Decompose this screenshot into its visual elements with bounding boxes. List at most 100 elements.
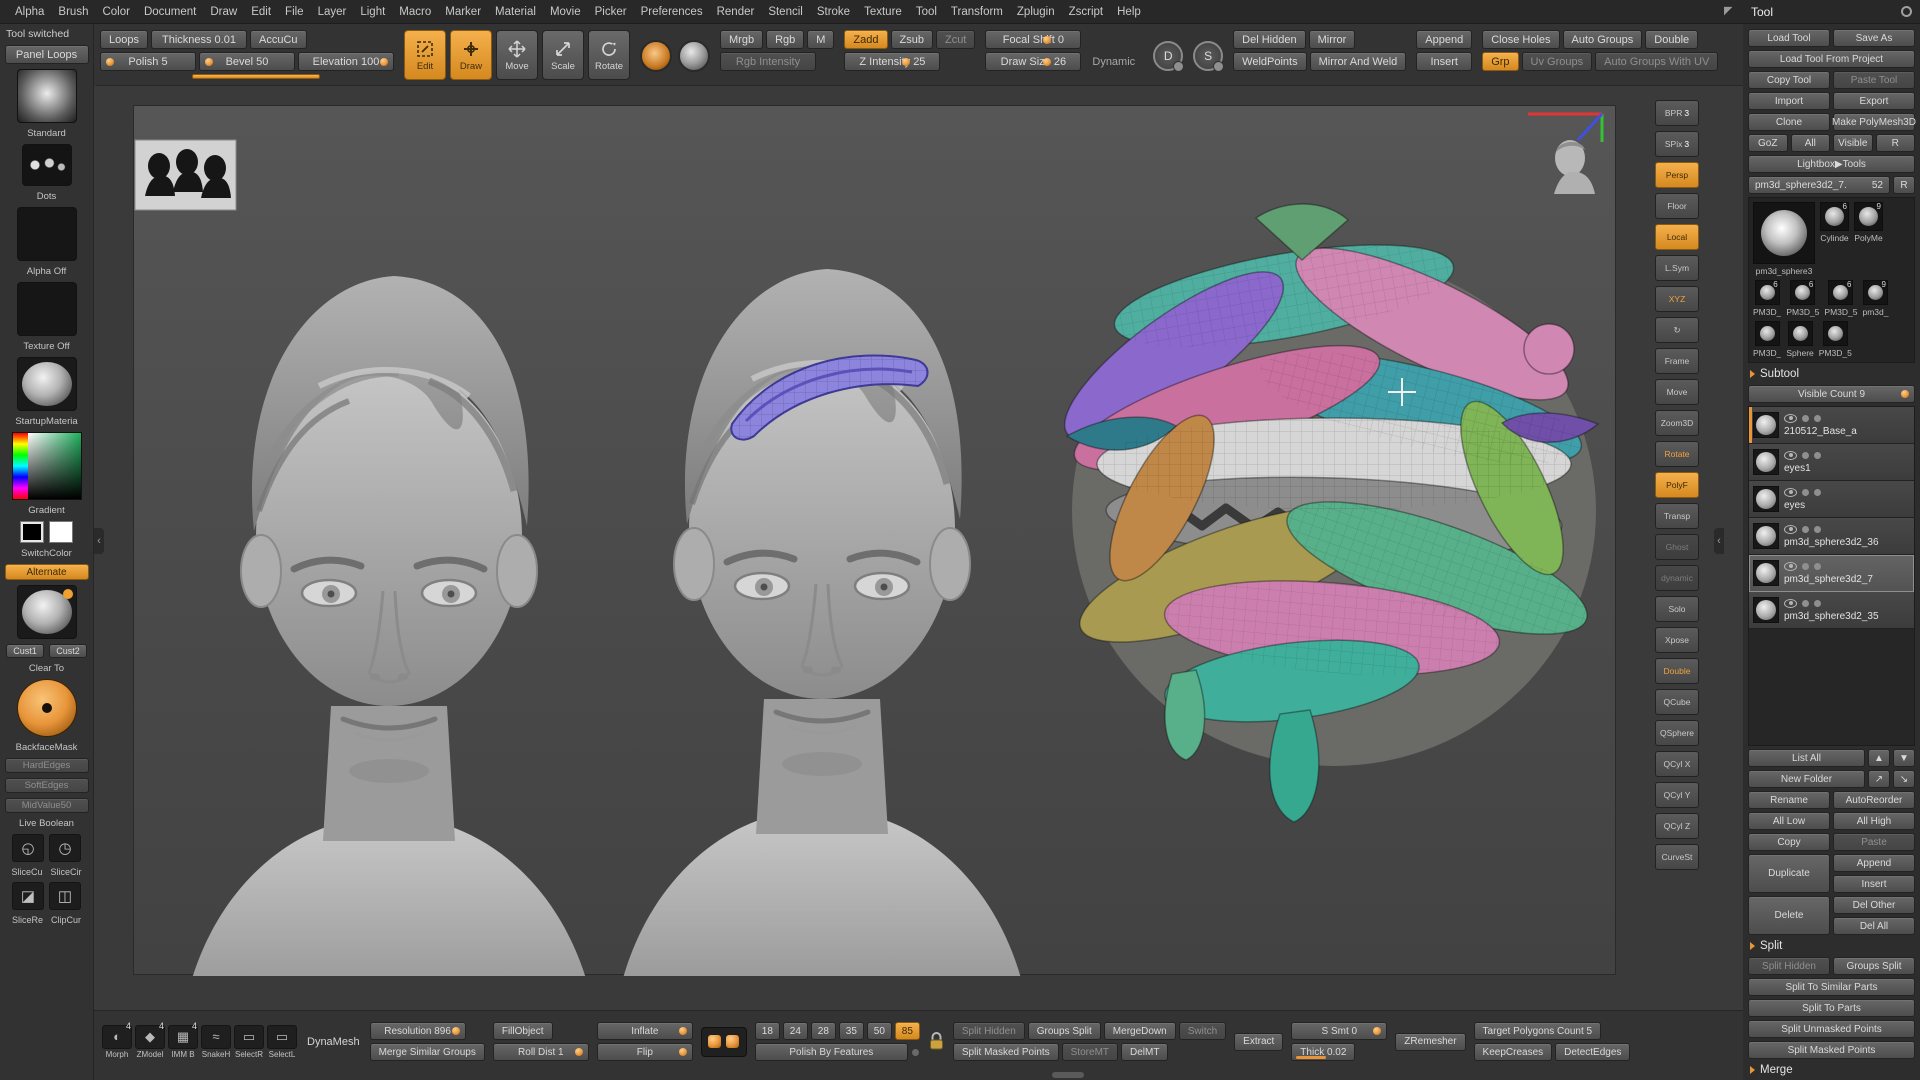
draw-size-slider[interactable]: Dynamic	[1084, 52, 1143, 71]
rgb-intensity-slider[interactable]: Rgb Intensity	[720, 52, 816, 71]
sculpt-mode-button[interactable]: Zcut	[936, 30, 975, 49]
smt-slider[interactable]: S Smt 0	[1291, 1022, 1387, 1040]
tool-thumbnail[interactable]: 6 PM3D_5	[1786, 280, 1819, 317]
right-shelf-button[interactable]: SPix3	[1655, 131, 1699, 157]
tool-thumbnail[interactable]: PM3D_	[1753, 321, 1781, 358]
subtool-button[interactable]: All High	[1833, 812, 1915, 830]
active-tool-slider[interactable]: pm3d_sphere3d2_7.52	[1748, 176, 1890, 194]
groups-button[interactable]: Double	[1645, 30, 1698, 49]
tool-button[interactable]: R	[1876, 134, 1916, 152]
backface-mask-thumbnail[interactable]	[17, 679, 77, 737]
z-intensity-slider[interactable]: Z Intensity 25	[844, 52, 940, 71]
delete-button[interactable]: Delete	[1748, 896, 1830, 935]
move-mode-button[interactable]: Move	[496, 30, 538, 80]
right-shelf-button[interactable]: Xpose	[1655, 627, 1699, 653]
geometry-button[interactable]: Mirror	[1309, 30, 1356, 49]
right-shelf-button[interactable]: QCyl Y	[1655, 782, 1699, 808]
polypaint-icon[interactable]	[1802, 563, 1809, 570]
tool-thumbnail[interactable]: 6 Cylinde	[1820, 202, 1849, 243]
sculpt-mode-button[interactable]: Zsub	[891, 30, 933, 49]
right-shelf-button[interactable]: BPR3	[1655, 100, 1699, 126]
menu-item[interactable]: Transform	[944, 0, 1010, 24]
move-down-button[interactable]: ▼	[1893, 749, 1915, 767]
subtool-row[interactable]: 210512_Base_a	[1749, 407, 1914, 444]
document-canvas[interactable]	[133, 105, 1616, 975]
eye-icon[interactable]	[1784, 525, 1797, 534]
right-shelf-button[interactable]: Zoom3D	[1655, 410, 1699, 436]
tool-button[interactable]: Copy Tool	[1748, 71, 1830, 89]
mid-value-button[interactable]: MidValue50	[5, 798, 89, 813]
menu-item[interactable]: Stroke	[810, 0, 857, 24]
eye-icon[interactable]	[1784, 414, 1797, 423]
duplicate-button[interactable]: Duplicate	[1748, 854, 1830, 893]
clip-curve-icon[interactable]: ◫	[49, 882, 81, 910]
color-picker[interactable]	[12, 432, 82, 500]
menu-item[interactable]: Render	[710, 0, 762, 24]
right-shelf-button[interactable]: Ghost	[1655, 534, 1699, 560]
tool-button[interactable]: Paste Tool	[1833, 71, 1915, 89]
crease-angle-button[interactable]: 28	[811, 1022, 836, 1040]
eye-icon[interactable]	[1784, 599, 1797, 608]
split-button[interactable]: Split To Similar Parts	[1748, 978, 1915, 996]
groups-button[interactable]: Auto Groups With UV	[1595, 52, 1718, 71]
polypaint-icon[interactable]	[1802, 489, 1809, 496]
list-all-button[interactable]: List All	[1748, 749, 1865, 767]
right-shelf-button[interactable]: Persp	[1655, 162, 1699, 188]
stroke-type-thumbnail[interactable]	[22, 144, 72, 186]
uv-icon[interactable]	[1814, 452, 1821, 459]
groups-button[interactable]: Close Holes	[1482, 30, 1559, 49]
subtool-button[interactable]: All Low	[1748, 812, 1830, 830]
lightbox-tools-button[interactable]: Lightbox▶Tools	[1748, 155, 1915, 173]
menu-item[interactable]: Alpha	[8, 0, 51, 24]
shelf-button[interactable]: Loops	[100, 30, 148, 49]
menu-item[interactable]: Document	[137, 0, 203, 24]
insert-subtool-button[interactable]: Insert	[1833, 875, 1915, 893]
right-shelf-button[interactable]: Rotate	[1655, 441, 1699, 467]
paint-mode-button[interactable]: M	[807, 30, 834, 49]
menu-item[interactable]: File	[278, 0, 311, 24]
secondary-color-swatch[interactable]	[49, 521, 73, 543]
right-shelf-button[interactable]: L.Sym	[1655, 255, 1699, 281]
cust2-button[interactable]: Cust2	[49, 644, 87, 658]
menu-item[interactable]: Material	[488, 0, 543, 24]
menu-item[interactable]: Help	[1110, 0, 1148, 24]
polypaint-icon[interactable]	[1802, 452, 1809, 459]
scale-mode-button[interactable]: Scale	[542, 30, 584, 80]
crease-angle-button[interactable]: 85	[895, 1022, 920, 1040]
fill-object-button[interactable]: FillObject	[493, 1022, 553, 1040]
split-op-button[interactable]: Groups Split	[1028, 1022, 1101, 1040]
uv-icon[interactable]	[1814, 563, 1821, 570]
collapse-right-arrow[interactable]: ‹	[1714, 528, 1724, 554]
uv-icon[interactable]	[1814, 600, 1821, 607]
tool-button[interactable]: GoZ	[1748, 134, 1788, 152]
insert-button[interactable]: Insert	[1416, 52, 1472, 71]
sculpt-mode-button[interactable]: Zadd	[844, 30, 887, 49]
split-button[interactable]: Split Unmasked Points	[1748, 1020, 1915, 1038]
panel-loops-button[interactable]: Panel Loops	[5, 45, 89, 64]
menu-item[interactable]: Movie	[543, 0, 588, 24]
split-button[interactable]: Split To Parts	[1748, 999, 1915, 1017]
camera-view-thumbnail[interactable]	[1554, 140, 1595, 194]
lock-icon[interactable]	[928, 1031, 945, 1052]
subtool-row[interactable]: pm3d_sphere3d2_7	[1749, 555, 1914, 592]
split-button[interactable]: Split Hidden	[1748, 957, 1830, 975]
right-shelf-button[interactable]: QCyl X	[1655, 751, 1699, 777]
model-head-left[interactable]	[179, 276, 599, 976]
material-thumbnail[interactable]	[17, 357, 77, 411]
slice-curve-icon[interactable]: ◵	[12, 834, 44, 862]
model-hair-sphere[interactable]	[1044, 204, 1601, 822]
eye-icon[interactable]	[1784, 488, 1797, 497]
split-op-button[interactable]: Split Masked Points	[953, 1043, 1059, 1061]
menu-item[interactable]: Picker	[588, 0, 634, 24]
thick-slider[interactable]: Thick 0.02	[1291, 1043, 1355, 1061]
tool-thumbnail[interactable]: 9 PolyMe	[1854, 202, 1883, 243]
tool-thumbnail[interactable]: Sphere	[1786, 321, 1813, 358]
dock-arrow-icon[interactable]: ◤	[1724, 4, 1732, 17]
polish-toggle-icon[interactable]	[701, 1027, 747, 1057]
split-op-button[interactable]: Switch	[1179, 1022, 1226, 1040]
tool-button[interactable]: Make PolyMesh3D	[1833, 113, 1915, 131]
del-other-button[interactable]: Del Other	[1833, 896, 1915, 914]
right-shelf-button[interactable]: QCyl Z	[1655, 813, 1699, 839]
hard-edges-button[interactable]: HardEdges	[5, 758, 89, 773]
right-shelf-button[interactable]: CurveSt	[1655, 844, 1699, 870]
